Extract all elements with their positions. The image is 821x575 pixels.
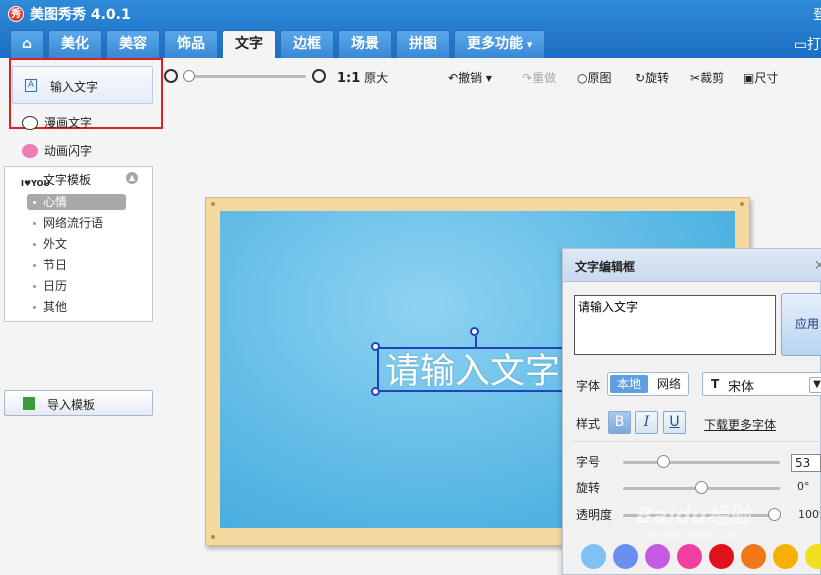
opacity-label: 透明度 xyxy=(576,508,613,522)
bold-button[interactable]: B xyxy=(608,411,631,434)
watermark: Baidu经验 xyxy=(636,504,751,529)
i-love-you-icon: I♥YOU xyxy=(21,179,50,188)
speech-bubble-icon xyxy=(22,116,38,130)
font-value: 宋体 xyxy=(728,380,755,395)
chevron-down-icon[interactable]: ▼ xyxy=(809,377,821,393)
color-swatch-purple[interactable] xyxy=(645,544,670,569)
scissors-icon: ✂ xyxy=(690,71,701,85)
color-swatch-light-blue[interactable] xyxy=(581,544,606,569)
font-select[interactable]: T 宋体 ▼ xyxy=(702,372,821,396)
folder-icon: ▭ xyxy=(793,37,807,53)
tab-more-features[interactable]: 更多功能 xyxy=(454,30,546,58)
import-template-button[interactable]: 导入模板 xyxy=(4,390,153,416)
category-calendar[interactable]: 日历 xyxy=(27,278,126,294)
zoom-slider-thumb[interactable] xyxy=(183,70,195,82)
template-panel: I♥YOU文字模板 ▲ 心情 网络流行语 外文 节日 日历 其他 xyxy=(4,166,153,322)
opacity-value: 100% xyxy=(798,508,820,521)
import-icon xyxy=(23,397,35,410)
category-mood[interactable]: 心情 xyxy=(27,194,126,210)
undo-icon: ↶ xyxy=(448,71,459,85)
rotate-label: 旋转 xyxy=(576,481,601,495)
font-size-slider-thumb[interactable] xyxy=(657,455,670,468)
tab-accessories[interactable]: 饰品 xyxy=(164,30,218,58)
undo-button[interactable]: ↶撤销 ▾ xyxy=(448,69,492,86)
collapse-icon[interactable]: ▲ xyxy=(126,172,138,184)
tab-beauty[interactable]: 美容 xyxy=(106,30,160,58)
open-button[interactable]: ▭打 xyxy=(794,34,821,54)
category-internet-slang[interactable]: 网络流行语 xyxy=(27,215,126,231)
sparkle-icon xyxy=(22,144,38,158)
underline-button[interactable]: U xyxy=(663,411,686,434)
tab-scene[interactable]: 场景 xyxy=(338,30,392,58)
title-bar: 秀 美图秀秀 4.0.1 登 ⌂ 美化 美容 饰品 文字 边框 场景 拼图 更多… xyxy=(0,0,821,58)
tab-frame[interactable]: 边框 xyxy=(280,30,334,58)
crop-button[interactable]: ✂裁剪 xyxy=(690,69,724,86)
tab-beautify[interactable]: 美化 xyxy=(48,30,102,58)
font-web-button[interactable]: 网络 xyxy=(652,375,686,393)
pin-icon xyxy=(211,535,215,539)
resize-button[interactable]: ▣尺寸 xyxy=(743,69,778,86)
pin-icon xyxy=(211,202,215,206)
redo-icon: ↷ xyxy=(522,71,533,85)
template-header[interactable]: I♥YOU文字模板 xyxy=(21,171,91,188)
text-input[interactable]: 请输入文字 xyxy=(574,295,776,355)
original-button[interactable]: ○原图 xyxy=(577,69,612,86)
login-link[interactable]: 登 xyxy=(813,4,821,23)
color-swatch-blue[interactable] xyxy=(613,544,638,569)
font-size-input[interactable]: 53 xyxy=(791,454,821,472)
main-tabs: ⌂ 美化 美容 饰品 文字 边框 场景 拼图 更多功能 xyxy=(10,30,549,58)
actual-size-button[interactable]: 1:1 原大 xyxy=(337,69,388,86)
rotate-button[interactable]: ↻旋转 xyxy=(635,69,669,86)
rotate-value: 0° xyxy=(797,480,810,493)
redo-button[interactable]: ↷重做 xyxy=(522,69,556,86)
tab-home[interactable]: ⌂ xyxy=(10,30,44,58)
rotation-handle[interactable] xyxy=(470,327,479,336)
animated-text-item[interactable]: 动画闪字 xyxy=(22,142,92,159)
tab-text[interactable]: 文字 xyxy=(222,30,276,58)
divider xyxy=(571,441,821,442)
font-size-slider[interactable] xyxy=(623,461,780,464)
pin-icon xyxy=(740,202,744,206)
font-size-label: 字号 xyxy=(576,455,601,469)
resize-icon: ▣ xyxy=(743,71,755,85)
font-source-toggle: 本地 网络 xyxy=(607,372,689,396)
apply-button[interactable]: 应用 xyxy=(781,293,821,356)
color-swatch-amber[interactable] xyxy=(773,544,798,569)
style-label: 样式 xyxy=(576,417,601,431)
app-logo-icon: 秀 xyxy=(8,6,24,22)
rotate-slider-thumb[interactable] xyxy=(695,481,708,494)
zoom-slider[interactable] xyxy=(186,75,306,78)
font-local-button[interactable]: 本地 xyxy=(610,375,648,393)
manga-text-item[interactable]: 漫画文字 xyxy=(22,114,92,131)
italic-button[interactable]: I xyxy=(635,411,658,434)
color-swatch-orange[interactable] xyxy=(741,544,766,569)
download-more-fonts-link[interactable]: 下载更多字体 xyxy=(704,416,776,433)
watermark-url: jingyan.baidu.com xyxy=(648,530,741,541)
close-icon[interactable]: × xyxy=(814,258,821,273)
zoom-in-icon[interactable] xyxy=(312,69,326,83)
category-other[interactable]: 其他 xyxy=(27,299,126,315)
truetype-icon: T xyxy=(711,377,720,391)
home-icon: ⌂ xyxy=(21,36,33,52)
opacity-slider-thumb[interactable] xyxy=(768,508,781,521)
left-panel: A 输入文字 漫画文字 动画闪字 I♥YOU文字模板 ▲ 心情 网络流行语 外文… xyxy=(0,58,163,575)
panel-header[interactable]: 文字编辑框 × xyxy=(563,249,821,282)
circle-icon: ○ xyxy=(577,71,588,85)
font-label: 字体 xyxy=(576,379,601,393)
zoom-out-icon[interactable] xyxy=(164,69,178,83)
dropdown-icon: ▾ xyxy=(485,71,492,85)
tab-collage[interactable]: 拼图 xyxy=(396,30,450,58)
color-swatch-red[interactable] xyxy=(709,544,734,569)
category-foreign[interactable]: 外文 xyxy=(27,236,126,252)
category-holiday[interactable]: 节日 xyxy=(27,257,126,273)
rotate-icon: ↻ xyxy=(635,71,646,85)
color-swatch-pink[interactable] xyxy=(677,544,702,569)
resize-handle-top-left[interactable] xyxy=(371,342,380,351)
resize-handle-bottom-left[interactable] xyxy=(371,387,380,396)
canvas-text[interactable]: 请输入文字 xyxy=(385,343,565,394)
panel-title: 文字编辑框 xyxy=(575,260,636,274)
app-title: 美图秀秀 4.0.1 xyxy=(30,7,131,23)
